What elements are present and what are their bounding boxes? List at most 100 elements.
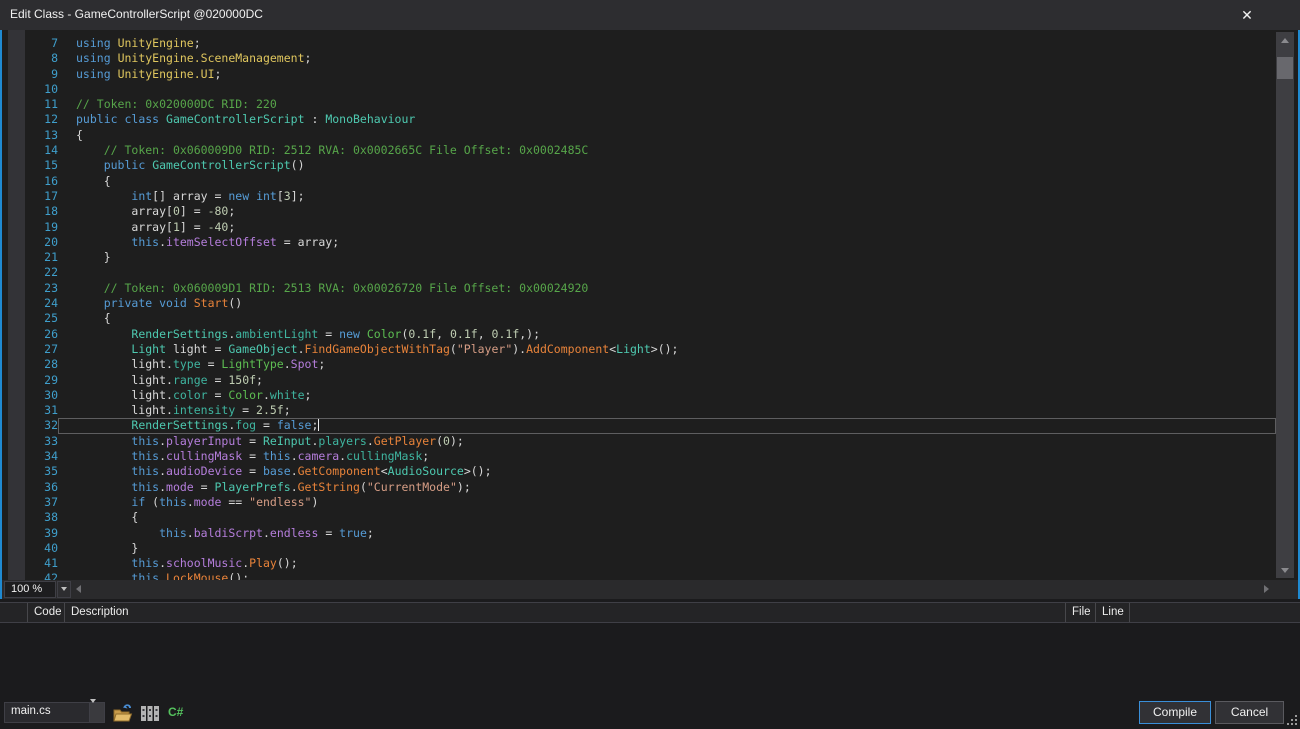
- column-header-icon[interactable]: [0, 603, 28, 622]
- code-line-text[interactable]: [58, 82, 1276, 97]
- code-line[interactable]: 9 using UnityEngine.UI;: [2, 67, 1276, 82]
- code-line-text[interactable]: light.intensity = 2.5f;: [58, 403, 1276, 418]
- code-line[interactable]: 20 this.itemSelectOffset = array;: [2, 235, 1276, 250]
- code-line[interactable]: 24 private void Start(): [2, 296, 1276, 311]
- code-line[interactable]: 17 int[] array = new int[3];: [2, 189, 1276, 204]
- assembly-references-button[interactable]: [140, 705, 160, 727]
- code-line-text[interactable]: if (this.mode == "endless"): [58, 495, 1276, 510]
- code-line[interactable]: 27 Light light = GameObject.FindGameObje…: [2, 342, 1276, 357]
- code-line[interactable]: 38 {: [2, 510, 1276, 525]
- resize-grip[interactable]: [1286, 714, 1299, 729]
- code-line[interactable]: 41 this.schoolMusic.Play();: [2, 556, 1276, 571]
- code-line-text[interactable]: int[] array = new int[3];: [58, 189, 1276, 204]
- code-line-text[interactable]: this.mode = PlayerPrefs.GetString("Curre…: [58, 480, 1276, 495]
- code-line-text[interactable]: this.cullingMask = this.camera.cullingMa…: [58, 449, 1276, 464]
- code-line[interactable]: 26 RenderSettings.ambientLight = new Col…: [2, 327, 1276, 342]
- code-line[interactable]: 30 light.color = Color.white;: [2, 388, 1276, 403]
- code-line-text[interactable]: Light light = GameObject.FindGameObjectW…: [58, 342, 1276, 357]
- file-selector-dropdown-button[interactable]: [89, 699, 104, 722]
- column-header-file[interactable]: File: [1066, 603, 1096, 622]
- line-number: 36: [44, 479, 58, 494]
- code-lines[interactable]: 7 using UnityEngine; 8 using UnityEngine.Sc…: [2, 30, 1276, 580]
- scroll-right-button[interactable]: [1264, 585, 1269, 593]
- code-line[interactable]: 8 using UnityEngine.SceneManagement;: [2, 51, 1276, 66]
- vertical-scrollbar[interactable]: [1276, 32, 1294, 578]
- code-line[interactable]: 13{: [2, 128, 1276, 143]
- code-line[interactable]: 40 }: [2, 541, 1276, 556]
- code-line-text[interactable]: public class GameControllerScript : Mono…: [58, 112, 1276, 127]
- code-line-text[interactable]: light.type = LightType.Spot;: [58, 357, 1276, 372]
- code-line-text[interactable]: this.itemSelectOffset = array;: [58, 235, 1276, 250]
- code-line[interactable]: 19 array[1] = -40;: [2, 220, 1276, 235]
- code-line[interactable]: 33 this.playerInput = ReInput.players.Ge…: [2, 434, 1276, 449]
- resize-grip-icon: [1287, 715, 1297, 725]
- code-line-text[interactable]: RenderSettings.fog = false;: [58, 418, 1276, 434]
- column-header-description[interactable]: Description: [65, 603, 1066, 622]
- code-line-text[interactable]: // Token: 0x060009D0 RID: 2512 RVA: 0x00…: [58, 143, 1276, 158]
- cancel-button[interactable]: Cancel: [1215, 701, 1284, 724]
- code-line[interactable]: 22: [2, 265, 1276, 280]
- code-line[interactable]: 36 this.mode = PlayerPrefs.GetString("Cu…: [2, 480, 1276, 495]
- code-line-text[interactable]: }: [58, 250, 1276, 265]
- scroll-left-button[interactable]: [76, 585, 81, 593]
- code-line-text[interactable]: public GameControllerScript(): [58, 158, 1276, 173]
- code-line[interactable]: 42 this.LockMouse();: [2, 571, 1276, 580]
- code-line-text[interactable]: {: [58, 510, 1276, 525]
- code-line-text[interactable]: using UnityEngine.SceneManagement;: [58, 51, 1276, 66]
- code-line-text[interactable]: [58, 265, 1276, 280]
- close-button[interactable]: ✕: [1230, 4, 1264, 26]
- column-header-code[interactable]: Code: [28, 603, 65, 622]
- code-line[interactable]: 28 light.type = LightType.Spot;: [2, 357, 1276, 372]
- code-line[interactable]: 14 // Token: 0x060009D0 RID: 2512 RVA: 0…: [2, 143, 1276, 158]
- code-line-text[interactable]: {: [58, 311, 1276, 326]
- code-line[interactable]: 7 using UnityEngine;: [2, 36, 1276, 51]
- code-line[interactable]: 11// Token: 0x020000DC RID: 220: [2, 97, 1276, 112]
- code-line-text[interactable]: RenderSettings.ambientLight = new Color(…: [58, 327, 1276, 342]
- code-line[interactable]: 37 if (this.mode == "endless"): [2, 495, 1276, 510]
- code-line-text[interactable]: light.color = Color.white;: [58, 388, 1276, 403]
- code-line-text[interactable]: array[0] = -80;: [58, 204, 1276, 219]
- line-number: 13: [44, 127, 58, 142]
- code-line-text[interactable]: light.range = 150f;: [58, 373, 1276, 388]
- file-selector[interactable]: main.cs: [4, 699, 105, 723]
- line-number: 37: [44, 494, 58, 509]
- code-line[interactable]: 18 array[0] = -80;: [2, 204, 1276, 219]
- code-line[interactable]: 29 light.range = 150f;: [2, 373, 1276, 388]
- code-line[interactable]: 16 {: [2, 174, 1276, 189]
- code-line[interactable]: 23 // Token: 0x060009D1 RID: 2513 RVA: 0…: [2, 281, 1276, 296]
- code-line[interactable]: 10: [2, 82, 1276, 97]
- code-line-text[interactable]: this.baldiScrpt.endless = true;: [58, 526, 1276, 541]
- code-line-text[interactable]: this.schoolMusic.Play();: [58, 556, 1276, 571]
- code-line-text[interactable]: this.audioDevice = base.GetComponent<Aud…: [58, 464, 1276, 479]
- code-line[interactable]: 35 this.audioDevice = base.GetComponent<…: [2, 464, 1276, 479]
- column-header-line[interactable]: Line: [1096, 603, 1130, 622]
- code-line[interactable]: 34 this.cullingMask = this.camera.cullin…: [2, 449, 1276, 464]
- code-line-text[interactable]: }: [58, 541, 1276, 556]
- code-line[interactable]: 25 {: [2, 311, 1276, 326]
- code-line-text[interactable]: using UnityEngine;: [58, 36, 1276, 51]
- code-line[interactable]: 12 public class GameControllerScript : Mo…: [2, 112, 1276, 127]
- line-number: 17: [44, 188, 58, 203]
- code-line[interactable]: 21 }: [2, 250, 1276, 265]
- code-line[interactable]: 31 light.intensity = 2.5f;: [2, 403, 1276, 418]
- compile-button[interactable]: Compile: [1139, 701, 1211, 724]
- code-line-text[interactable]: this.LockMouse();: [58, 571, 1276, 580]
- vertical-scrollbar-thumb[interactable]: [1277, 57, 1293, 79]
- code-line[interactable]: 39 this.baldiScrpt.endless = true;: [2, 526, 1276, 541]
- code-line-text[interactable]: this.playerInput = ReInput.players.GetPl…: [58, 434, 1276, 449]
- code-line-text[interactable]: {: [58, 174, 1276, 189]
- code-line-text[interactable]: // Token: 0x020000DC RID: 220: [58, 97, 1276, 112]
- zoom-dropdown-button[interactable]: [57, 581, 71, 598]
- code-line-text[interactable]: {: [58, 128, 1276, 143]
- scroll-down-button[interactable]: [1276, 562, 1294, 578]
- open-file-button[interactable]: [112, 703, 135, 729]
- code-editor[interactable]: 7 using UnityEngine; 8 using UnityEngine.Sc…: [0, 30, 1300, 599]
- code-line-text[interactable]: array[1] = -40;: [58, 220, 1276, 235]
- zoom-level-select[interactable]: 100 %: [4, 581, 56, 598]
- scroll-up-button[interactable]: [1276, 32, 1294, 48]
- code-line-text[interactable]: private void Start(): [58, 296, 1276, 311]
- code-line[interactable]: 15 public GameControllerScript(): [2, 158, 1276, 173]
- code-line-text[interactable]: using UnityEngine.UI;: [58, 67, 1276, 82]
- code-line[interactable]: 32 RenderSettings.fog = false;: [2, 418, 1276, 434]
- code-line-text[interactable]: // Token: 0x060009D1 RID: 2513 RVA: 0x00…: [58, 281, 1276, 296]
